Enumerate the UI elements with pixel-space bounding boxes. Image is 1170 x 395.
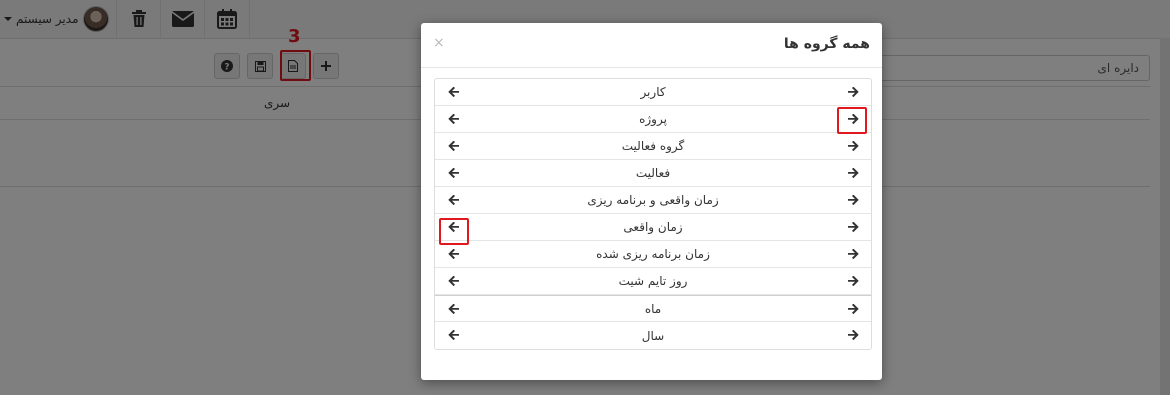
- group-row: زمان واقعی: [435, 214, 871, 241]
- arrow-right-icon[interactable]: [845, 138, 861, 154]
- group-row: فعالیت: [435, 160, 871, 187]
- group-row: ماه: [435, 295, 871, 322]
- arrow-left-icon[interactable]: [445, 301, 461, 317]
- all-groups-modal: همه گروه ها × کاربر پروژه گروه فعالیت فعالی…: [421, 23, 882, 380]
- group-label: سال: [641, 328, 665, 343]
- group-label: ماه: [644, 301, 662, 316]
- arrow-right-icon[interactable]: [845, 301, 861, 317]
- group-label: پروژه: [639, 112, 667, 126]
- group-label: زمان برنامه ریزی شده: [596, 247, 710, 261]
- close-icon[interactable]: ×: [433, 35, 445, 51]
- arrow-left-icon[interactable]: [445, 111, 461, 127]
- group-label: فعالیت: [635, 166, 671, 180]
- group-label: زمان واقعی و برنامه ریزی: [587, 193, 719, 207]
- arrow-left-icon[interactable]: [445, 327, 461, 343]
- arrow-left-icon[interactable]: [445, 273, 461, 289]
- arrow-right-icon[interactable]: [845, 246, 861, 262]
- arrow-right-icon[interactable]: [845, 273, 861, 289]
- highlight-right-arrow: [837, 107, 867, 134]
- group-list: کاربر پروژه گروه فعالیت فعالیت زمان واقعی و …: [434, 78, 872, 350]
- arrow-right-icon[interactable]: [845, 165, 861, 181]
- highlight-left-arrow: [439, 218, 469, 245]
- group-label: زمان واقعی: [623, 220, 683, 234]
- arrow-right-icon[interactable]: [845, 327, 861, 343]
- arrow-left-icon[interactable]: [445, 84, 461, 100]
- group-label: گروه فعالیت: [621, 139, 685, 153]
- group-row: زمان واقعی و برنامه ریزی: [435, 187, 871, 214]
- arrow-right-icon[interactable]: [845, 84, 861, 100]
- arrow-left-icon[interactable]: [445, 165, 461, 181]
- group-row: زمان برنامه ریزی شده: [435, 241, 871, 268]
- modal-header: همه گروه ها ×: [421, 23, 882, 68]
- group-row: پروژه: [435, 106, 871, 133]
- arrow-right-icon[interactable]: [845, 219, 861, 235]
- arrow-left-icon[interactable]: [445, 138, 461, 154]
- group-label: کاربر: [640, 85, 666, 99]
- group-row: روز تایم شیت: [435, 268, 871, 295]
- group-row: سال: [435, 322, 871, 349]
- arrow-left-icon[interactable]: [445, 192, 461, 208]
- arrow-left-icon[interactable]: [445, 246, 461, 262]
- group-label: روز تایم شیت: [618, 274, 688, 288]
- group-row: کاربر: [435, 79, 871, 106]
- modal-title: همه گروه ها: [783, 36, 870, 52]
- group-row: گروه فعالیت: [435, 133, 871, 160]
- arrow-right-icon[interactable]: [845, 192, 861, 208]
